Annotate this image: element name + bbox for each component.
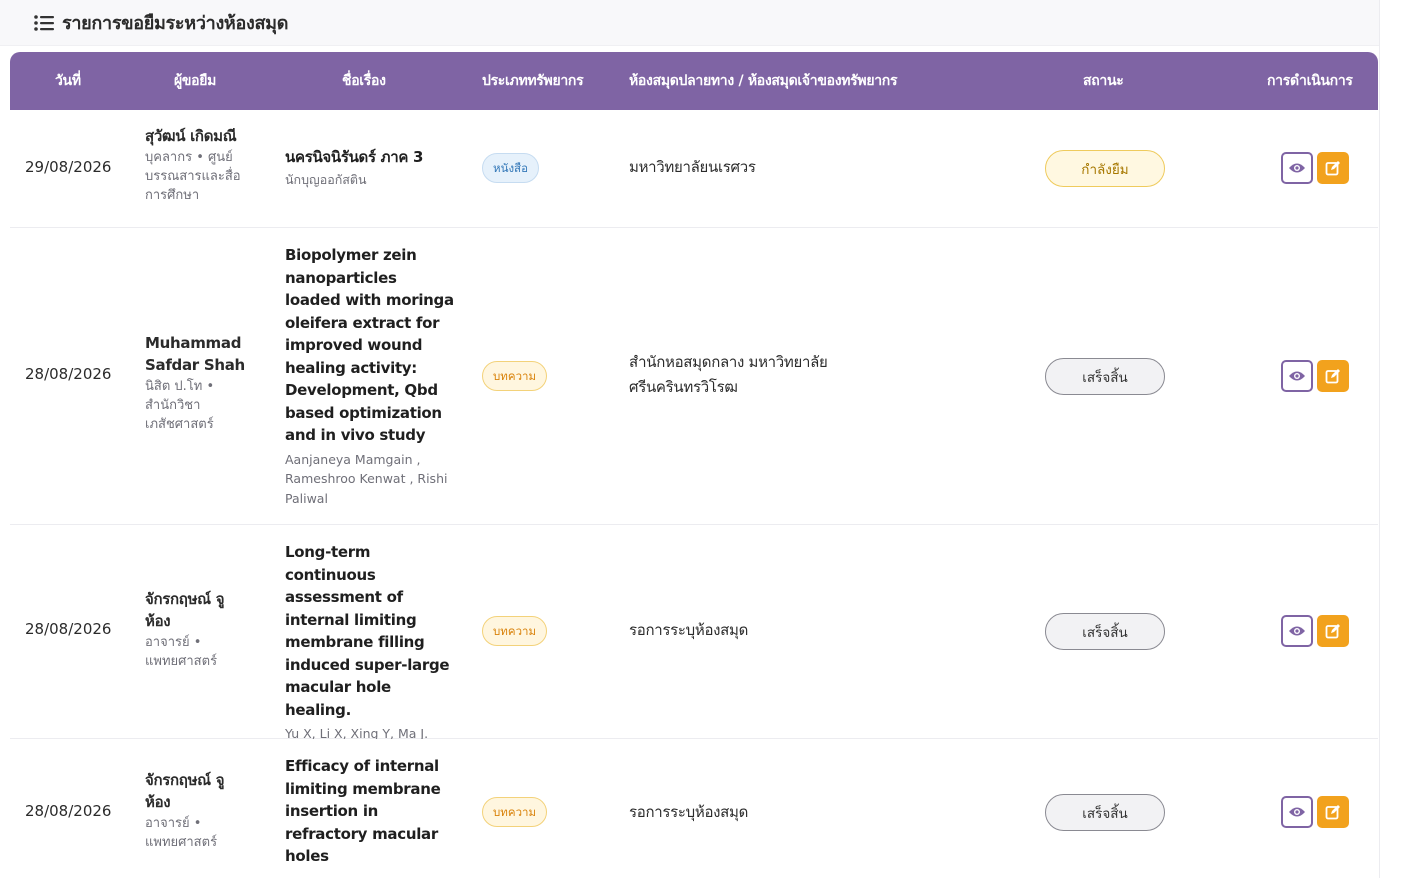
library-name: มหาวิทยาลัยนเรศวร [629, 158, 756, 176]
actions-cell [1281, 152, 1349, 184]
edit-button[interactable] [1317, 152, 1349, 184]
requester-cell: จักรกฤษณ์ จูห้อง อาจารย์ • แพทยศาสตร์ [145, 588, 245, 671]
eye-icon [1289, 626, 1305, 636]
eye-icon [1289, 163, 1305, 173]
status-badge: เสร็จสิ้น [1045, 358, 1165, 395]
resource-title[interactable]: Efficacy of internal limiting membrane i… [285, 755, 445, 868]
type-badge: หนังสือ [482, 153, 539, 183]
edit-icon [1325, 369, 1340, 384]
row-date: 28/08/2026 [25, 620, 112, 638]
status-cell: เสร็จสิ้น [1045, 613, 1165, 650]
eye-icon [1289, 807, 1305, 817]
requester-info: นิสิต ป.โท • สำนักวิชาเภสัชศาสตร์ [145, 379, 215, 432]
type-badge: บทความ [482, 361, 548, 391]
list-icon [34, 14, 54, 31]
type-badge: บทความ [482, 797, 548, 827]
edit-button[interactable] [1317, 796, 1349, 828]
panel-header: รายการขอยืมระหว่างห้องสมุด [0, 0, 1379, 46]
view-button[interactable] [1281, 796, 1313, 828]
requester-name: Muhammad Safdar Shah [145, 334, 245, 374]
library-name: สำนักหอสมุดกลาง มหาวิทยาลัยศรีนครินทรวิโ… [629, 353, 828, 396]
edit-button[interactable] [1317, 615, 1349, 647]
type-cell: หนังสือ [482, 153, 539, 183]
table-row[interactable]: 28/08/2026 จักรกฤษณ์ จูห้อง อาจารย์ • แพ… [10, 525, 1378, 741]
title-cell: นครนิจนิรันดร์ ภาค 3 นักบุญออกัสติน [285, 146, 455, 189]
view-button[interactable] [1281, 360, 1313, 392]
edit-icon [1325, 624, 1340, 639]
requester-info: บุคลากร • ศูนย์บรรณสารและสื่อการศึกษา [145, 150, 241, 203]
requester-cell: จักรกฤษณ์ จูห้อง อาจารย์ • แพทยศาสตร์ [145, 769, 245, 852]
view-button[interactable] [1281, 152, 1313, 184]
actions-cell [1281, 615, 1349, 647]
requester-cell: สุวัฒน์ เกิดมณี บุคลากร • ศูนย์บรรณสารแล… [145, 125, 260, 205]
resource-title[interactable]: Biopolymer zein nanoparticles loaded wit… [285, 244, 455, 447]
requester-name: จักรกฤษณ์ จูห้อง [145, 771, 225, 811]
actions-cell [1281, 796, 1349, 828]
title-cell: Long-term continuous assessment of inter… [285, 541, 455, 744]
title-cell: Efficacy of internal limiting membrane i… [285, 755, 445, 868]
resource-title[interactable]: นครนิจนิรันดร์ ภาค 3 [285, 146, 455, 169]
status-badge: เสร็จสิ้น [1045, 794, 1165, 831]
status-cell: เสร็จสิ้น [1045, 358, 1165, 395]
eye-icon [1289, 371, 1305, 381]
table-row[interactable]: 29/08/2026 สุวัฒน์ เกิดมณี บุคลากร • ศูน… [10, 110, 1378, 228]
row-date: 29/08/2026 [25, 158, 112, 176]
view-button[interactable] [1281, 615, 1313, 647]
row-date: 28/08/2026 [25, 802, 112, 820]
type-badge: บทความ [482, 616, 548, 646]
row-date: 28/08/2026 [25, 365, 112, 383]
library-name: รอการระบุห้องสมุด [629, 803, 749, 821]
requester-info: อาจารย์ • แพทยศาสตร์ [145, 816, 218, 850]
resource-title[interactable]: Long-term continuous assessment of inter… [285, 541, 455, 721]
library-name: รอการระบุห้องสมุด [629, 621, 749, 639]
resource-authors: นักบุญออกัสติน [285, 171, 367, 187]
page-title: รายการขอยืมระหว่างห้องสมุด [62, 13, 289, 34]
requester-cell: Muhammad Safdar Shah นิสิต ป.โท • สำนักว… [145, 332, 250, 434]
edit-icon [1325, 805, 1340, 820]
type-cell: บทความ [482, 361, 548, 391]
interlibrary-loan-panel: รายการขอยืมระหว่างห้องสมุด วันที่ ผู้ขอย… [0, 0, 1380, 879]
status-badge: เสร็จสิ้น [1045, 613, 1165, 650]
header-requester[interactable]: ผู้ขอยืม [174, 52, 216, 110]
requester-name: จักรกฤษณ์ จูห้อง [145, 590, 225, 630]
header-status[interactable]: สถานะ [1083, 52, 1124, 110]
resource-authors: Aanjaneya Mamgain , Rameshroo Kenwat , R… [285, 451, 448, 506]
header-type[interactable]: ประเภททรัพยากร [482, 52, 584, 110]
header-actions: การดำเนินการ [1267, 73, 1353, 89]
loan-table: วันที่ ผู้ขอยืม ชื่อเรื่อง ประเภททรัพยาก… [10, 52, 1378, 879]
header-library[interactable]: ห้องสมุดปลายทาง / ห้องสมุดเจ้าของทรัพยาก… [629, 52, 898, 110]
status-cell: กำลังยืม [1045, 150, 1165, 187]
type-cell: บทความ [482, 616, 548, 646]
actions-cell [1281, 360, 1349, 392]
status-badge: กำลังยืม [1045, 150, 1165, 187]
table-row[interactable]: 28/08/2026 จักรกฤษณ์ จูห้อง อาจารย์ • แพ… [10, 739, 1378, 879]
edit-icon [1325, 161, 1340, 176]
table-row[interactable]: 28/08/2026 Muhammad Safdar Shah นิสิต ป.… [10, 228, 1378, 525]
requester-name: สุวัฒน์ เกิดมณี [145, 127, 237, 145]
type-cell: บทความ [482, 797, 548, 827]
header-date[interactable]: วันที่ [55, 52, 81, 110]
title-cell: Biopolymer zein nanoparticles loaded wit… [285, 244, 455, 508]
requester-info: อาจารย์ • แพทยศาสตร์ [145, 635, 218, 669]
edit-button[interactable] [1317, 360, 1349, 392]
status-cell: เสร็จสิ้น [1045, 794, 1165, 831]
table-header: วันที่ ผู้ขอยืม ชื่อเรื่อง ประเภททรัพยาก… [10, 52, 1378, 110]
header-title[interactable]: ชื่อเรื่อง [342, 52, 386, 110]
